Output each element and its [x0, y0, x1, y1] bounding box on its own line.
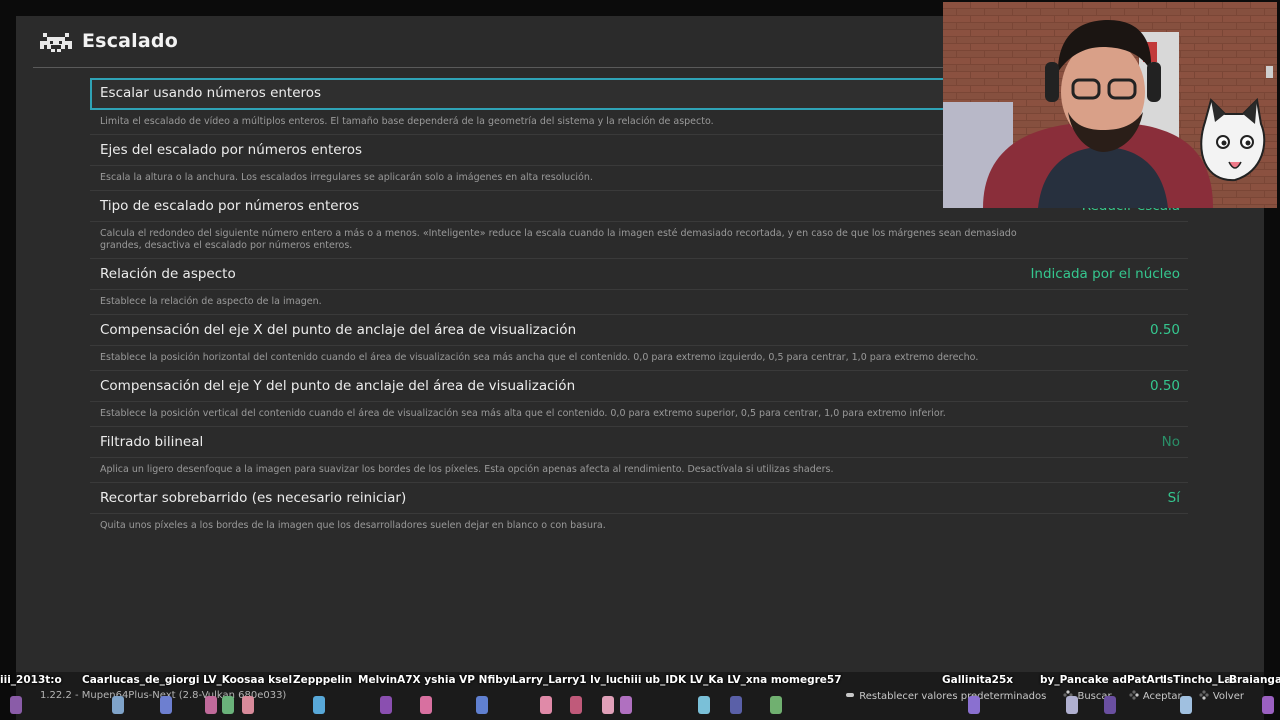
scrollbar-thumb[interactable]	[1266, 66, 1273, 78]
chat-avatar-sprite	[540, 696, 552, 714]
chat-avatar-sprite	[160, 696, 172, 714]
retroarch-invader-icon	[40, 33, 72, 52]
chat-avatar-sprite	[570, 696, 582, 714]
chat-sprites-overlay	[0, 692, 1280, 720]
chat-avatar-sprite	[770, 696, 782, 714]
chat-username: Zepppelin	[293, 674, 353, 686]
chat-avatar-sprite	[10, 696, 22, 714]
chat-username: Larry_Larry1 lv_luchiii ub_IDK LV_Ka LV_…	[512, 674, 842, 686]
chat-avatar-sprite	[698, 696, 710, 714]
setting-label: Relación de aspecto	[100, 266, 236, 282]
chat-avatar-sprite	[1104, 696, 1116, 714]
chat-avatar-sprite	[222, 696, 234, 714]
setting-row[interactable]: Compensación del eje Y del punto de ancl…	[90, 371, 1188, 402]
chat-avatar-sprite	[602, 696, 614, 714]
setting-viewport-anchor-x[interactable]: Compensación del eje X del punto de ancl…	[90, 315, 1188, 371]
chat-username: IsTincho_Lac	[1163, 674, 1238, 686]
setting-viewport-anchor-y[interactable]: Compensación del eje Y del punto de ancl…	[90, 371, 1188, 427]
setting-label: Recortar sobrebarrido (es necesario rein…	[100, 490, 407, 506]
chat-avatar-sprite	[730, 696, 742, 714]
chat-avatar-sprite	[420, 696, 432, 714]
setting-value: Sí	[1167, 490, 1180, 506]
chat-avatar-sprite	[620, 696, 632, 714]
chat-names-overlay: iii_2013t:o Caarlucas_de_giorgi LV_Koosa…	[0, 674, 1280, 688]
chat-avatar-sprite	[1262, 696, 1274, 714]
setting-value: 0.50	[1149, 322, 1180, 338]
chat-username: by_Pancake adPatArt	[1040, 674, 1165, 686]
setting-aspect-ratio[interactable]: Relación de aspecto Indicada por el núcl…	[90, 259, 1188, 315]
setting-bilinear-filter[interactable]: Filtrado bilineal No Aplica un ligero de…	[90, 427, 1188, 483]
chat-avatar-sprite	[380, 696, 392, 714]
setting-crop-overscan[interactable]: Recortar sobrebarrido (es necesario rein…	[90, 483, 1188, 538]
setting-row[interactable]: Recortar sobrebarrido (es necesario rein…	[90, 483, 1188, 514]
setting-value: Indicada por el núcleo	[1030, 266, 1180, 282]
chat-avatar-sprite	[313, 696, 325, 714]
chat-avatar-sprite	[242, 696, 254, 714]
setting-label: Tipo de escalado por números enteros	[100, 198, 360, 214]
setting-description: Establece la posición vertical del conte…	[90, 402, 1188, 427]
page-title: Escalado	[82, 30, 178, 52]
chat-avatar-sprite	[112, 696, 124, 714]
chat-avatar-sprite	[476, 696, 488, 714]
webcam-overlay	[943, 2, 1277, 208]
setting-description: Establece la relación de aspecto de la i…	[90, 290, 1188, 315]
setting-value: 0.50	[1149, 378, 1180, 394]
setting-row[interactable]: Relación de aspecto Indicada por el núcl…	[90, 259, 1188, 290]
setting-value: No	[1161, 434, 1180, 450]
setting-description: Calcula el redondeo del siguiente número…	[90, 222, 1188, 259]
setting-label: Compensación del eje X del punto de ancl…	[100, 322, 577, 338]
chat-avatar-sprite	[1066, 696, 1078, 714]
webcam-overlay-icon	[943, 2, 1277, 208]
setting-row[interactable]: Compensación del eje X del punto de ancl…	[90, 315, 1188, 346]
setting-label: Filtrado bilineal	[100, 434, 204, 450]
chat-avatar-sprite	[968, 696, 980, 714]
chat-avatar-sprite	[1180, 696, 1192, 714]
chat-username: MelvinA7X yshia VP Nfibyr	[358, 674, 515, 686]
setting-description: Aplica un ligero desenfoque a la imagen …	[90, 458, 1188, 483]
setting-label: Ejes del escalado por números enteros	[100, 142, 363, 158]
chat-avatar-sprite	[205, 696, 217, 714]
setting-description: Quita unos píxeles a los bordes de la im…	[100, 520, 606, 531]
setting-label: Compensación del eje Y del punto de ancl…	[100, 378, 576, 394]
chat-username: Braiangar	[1229, 674, 1280, 686]
setting-row[interactable]: Filtrado bilineal No	[90, 427, 1188, 458]
setting-label: Escalar usando números enteros	[100, 85, 322, 101]
chat-username: Gallinita25x	[942, 674, 1014, 686]
chat-username: Caarlucas_de_giorgi LV_Koosaa ksel	[82, 674, 293, 686]
setting-description: Establece la posición horizontal del con…	[90, 346, 1188, 371]
chat-username: iii_2013t:o	[0, 674, 62, 686]
